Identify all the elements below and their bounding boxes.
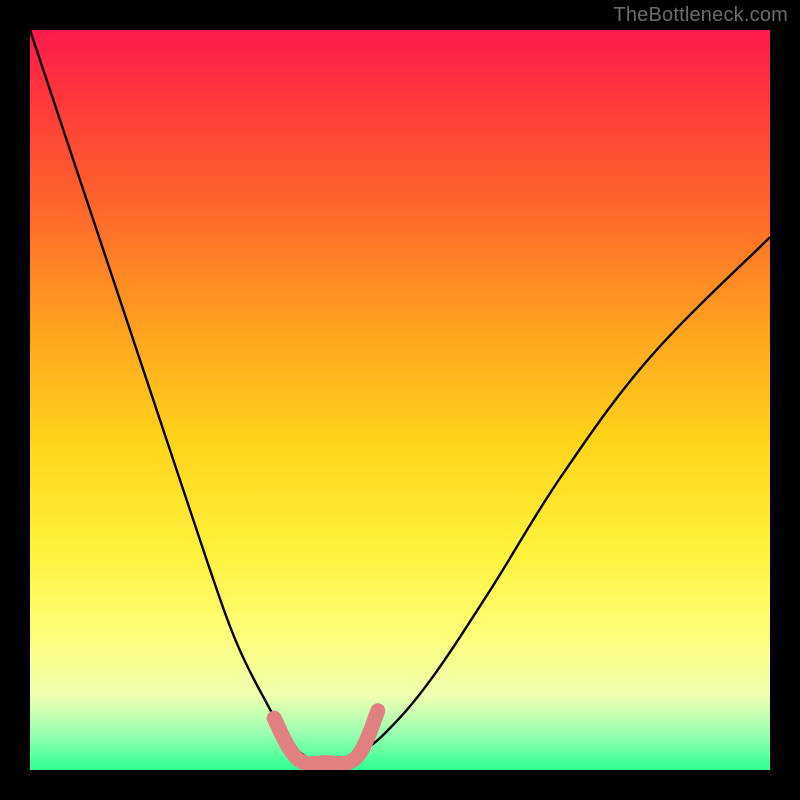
bottleneck-curve	[30, 30, 770, 764]
optimal-range-marker	[274, 711, 378, 764]
plot-area	[30, 30, 770, 770]
watermark-text: TheBottleneck.com	[613, 4, 788, 27]
bottleneck-plot	[30, 30, 770, 770]
chart-frame: TheBottleneck.com	[0, 0, 800, 800]
